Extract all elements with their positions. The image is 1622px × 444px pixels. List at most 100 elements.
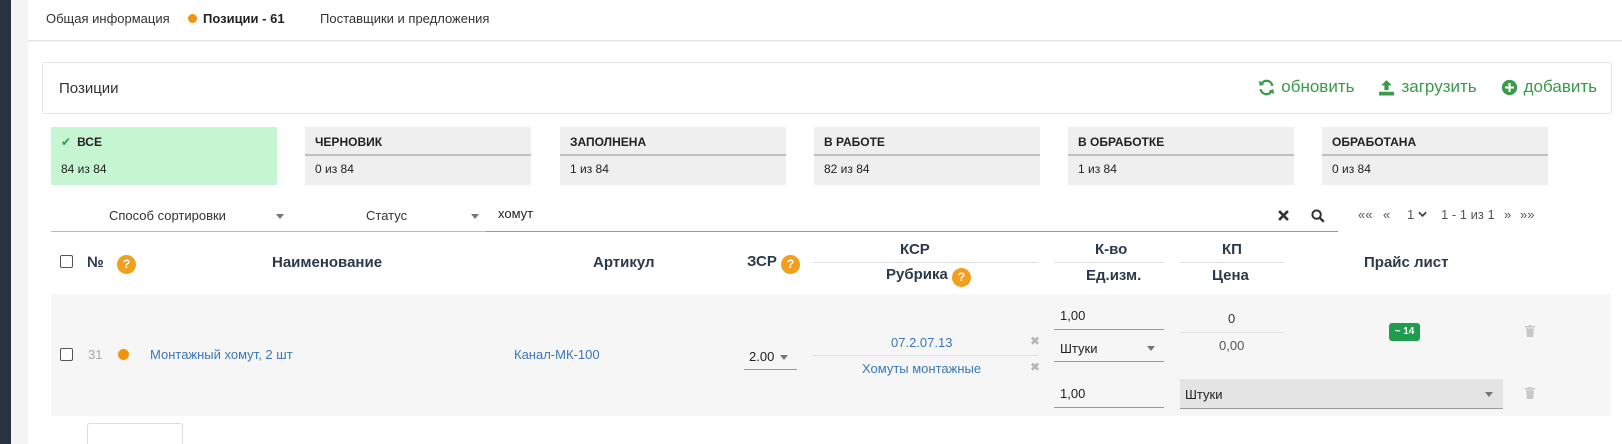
col-qty[interactable]: К-во bbox=[1095, 241, 1127, 258]
help-icon: ? bbox=[781, 255, 801, 274]
col-pricelist[interactable]: Прайс лист bbox=[1364, 254, 1448, 271]
kp-value: 0 bbox=[1228, 311, 1236, 326]
search-icon[interactable] bbox=[1311, 209, 1325, 223]
chevron-down-icon bbox=[1485, 392, 1493, 397]
trash-icon[interactable] bbox=[1525, 387, 1535, 399]
status-count: 0 из 84 bbox=[305, 156, 531, 185]
search-input[interactable] bbox=[498, 206, 1258, 221]
status-count: 0 из 84 bbox=[1322, 156, 1548, 185]
status-label: В ОБРАБОТКЕ bbox=[1068, 127, 1294, 156]
pricelist-badge[interactable]: ~ 14 bbox=[1389, 323, 1420, 341]
status-card-draft[interactable]: ЧЕРНОВИК 0 из 84 bbox=[305, 127, 531, 185]
row-status-dot-icon bbox=[118, 349, 129, 360]
cell-divider bbox=[1180, 332, 1284, 333]
col-name[interactable]: Наименование bbox=[272, 254, 382, 271]
col-zsr-label: ЗСР bbox=[747, 253, 777, 270]
status-label: ОБРАБОТАНА bbox=[1322, 127, 1548, 156]
status-card-processing[interactable]: В ОБРАБОТКЕ 1 из 84 bbox=[1068, 127, 1294, 185]
status-count: 84 из 84 bbox=[51, 156, 277, 185]
page-range: 1 - 1 из 1 bbox=[1441, 207, 1495, 222]
tab-positions[interactable]: Позиции - 61 bbox=[188, 11, 285, 26]
tab-suppliers[interactable]: Поставщики и предложения bbox=[320, 11, 489, 26]
bottom-button[interactable] bbox=[87, 423, 183, 444]
col-price[interactable]: Цена bbox=[1212, 267, 1249, 284]
first-page-button[interactable]: «« bbox=[1358, 207, 1372, 222]
remove-rubric-icon[interactable]: ✖ bbox=[1030, 360, 1040, 374]
ksr-link[interactable]: 07.2.07.13 bbox=[891, 335, 952, 350]
status-card-all[interactable]: ✔ ВСЕ 84 из 84 bbox=[51, 127, 277, 185]
status-label: В РАБОТЕ bbox=[814, 127, 1040, 156]
panel-actions: обновить загрузить добавить bbox=[1258, 77, 1597, 97]
status-count: 82 из 84 bbox=[814, 156, 1040, 185]
col-help[interactable]: ? bbox=[117, 253, 136, 274]
chevron-down-icon bbox=[1147, 346, 1155, 351]
col-unit[interactable]: Ед.изм. bbox=[1086, 267, 1141, 284]
status-label: ВСЕ bbox=[77, 135, 102, 149]
refresh-icon bbox=[1259, 79, 1275, 95]
tab-positions-label: Позиции - 61 bbox=[203, 11, 285, 26]
status-label: ЧЕРНОВИК bbox=[305, 127, 531, 156]
status-card-filled[interactable]: ЗАПОЛНЕНА 1 из 84 bbox=[560, 127, 786, 185]
qty2-value: 1,00 bbox=[1060, 386, 1086, 401]
row-checkbox[interactable] bbox=[60, 348, 73, 361]
tab-bar: Общая информация Позиции - 61 Поставщики… bbox=[28, 0, 1622, 41]
col-article[interactable]: Артикул bbox=[593, 254, 655, 271]
unit-value: Штуки bbox=[1060, 341, 1098, 356]
col-ksr[interactable]: КСР bbox=[900, 241, 930, 258]
upload-icon bbox=[1379, 79, 1395, 95]
col-rubric-label: Рубрика bbox=[886, 266, 948, 283]
row-number: 31 bbox=[88, 347, 103, 362]
content-area: Позиции обновить загрузить добавить ✔ ВСЕ bbox=[28, 42, 1622, 444]
unit2-value: Штуки bbox=[1185, 387, 1223, 402]
sort-select-label: Способ сортировки bbox=[109, 208, 226, 223]
chevron-down-icon bbox=[471, 214, 479, 219]
prev-page-button[interactable]: « bbox=[1383, 207, 1390, 222]
clear-icon[interactable] bbox=[1278, 210, 1289, 221]
row-name-link[interactable]: Монтажный хомут, 2 шт bbox=[150, 347, 293, 362]
col-rubric[interactable]: Рубрика ? bbox=[886, 266, 972, 287]
remove-ksr-icon[interactable]: ✖ bbox=[1030, 334, 1040, 348]
trash-icon[interactable] bbox=[1525, 325, 1535, 337]
unit2-select[interactable]: Штуки bbox=[1180, 379, 1503, 409]
plus-circle-icon bbox=[1501, 79, 1517, 95]
page-select[interactable]: 1 bbox=[1407, 207, 1427, 222]
status-label: ЗАПОЛНЕНА bbox=[560, 127, 786, 156]
next-page-button[interactable]: » bbox=[1504, 207, 1511, 222]
search-field bbox=[486, 202, 1338, 232]
last-page-button[interactable]: »» bbox=[1520, 207, 1534, 222]
chevron-down-icon bbox=[276, 214, 284, 219]
tab-general-info[interactable]: Общая информация bbox=[46, 11, 170, 26]
left-sidebar-edge bbox=[0, 0, 11, 444]
status-count: 1 из 84 bbox=[560, 156, 786, 185]
check-icon: ✔ bbox=[61, 135, 72, 149]
header-divider bbox=[813, 262, 1038, 263]
qty-input[interactable]: 1,00 bbox=[1054, 299, 1164, 330]
sort-select[interactable]: Способ сортировки bbox=[51, 202, 291, 232]
page: Общая информация Позиции - 61 Поставщики… bbox=[11, 0, 1622, 444]
qty-value: 1,00 bbox=[1060, 308, 1086, 323]
upload-label: загрузить bbox=[1401, 77, 1477, 96]
qty2-input[interactable]: 1,00 bbox=[1054, 377, 1164, 408]
status-count: 1 из 84 bbox=[1068, 156, 1294, 185]
status-card-processed[interactable]: ОБРАБОТАНА 0 из 84 bbox=[1322, 127, 1548, 185]
positions-panel-header: Позиции обновить загрузить добавить bbox=[42, 62, 1612, 114]
zsr-value: 2.00 bbox=[749, 349, 775, 364]
col-zsr[interactable]: ЗСР ? bbox=[747, 253, 801, 274]
help-icon: ? bbox=[117, 255, 136, 274]
select-all-checkbox[interactable] bbox=[60, 255, 73, 268]
cell-divider bbox=[813, 355, 1038, 356]
col-kp[interactable]: КП bbox=[1222, 241, 1242, 258]
zsr-select[interactable]: 2.00 bbox=[744, 342, 797, 370]
refresh-button[interactable]: обновить bbox=[1258, 77, 1354, 97]
upload-button[interactable]: загрузить bbox=[1378, 77, 1477, 97]
refresh-label: обновить bbox=[1281, 77, 1355, 96]
page-number: 1 bbox=[1407, 207, 1415, 222]
status-select[interactable]: Статус bbox=[291, 202, 486, 232]
row-article-link[interactable]: Канал-МК-100 bbox=[514, 347, 600, 362]
status-card-in-work[interactable]: В РАБОТЕ 82 из 84 bbox=[814, 127, 1040, 185]
unit-select[interactable]: Штуки bbox=[1054, 333, 1164, 362]
col-number: № bbox=[87, 254, 104, 271]
rubric-link[interactable]: Хомуты монтажные bbox=[862, 361, 981, 376]
add-button[interactable]: добавить bbox=[1501, 77, 1597, 97]
chevron-down-icon bbox=[780, 355, 788, 360]
